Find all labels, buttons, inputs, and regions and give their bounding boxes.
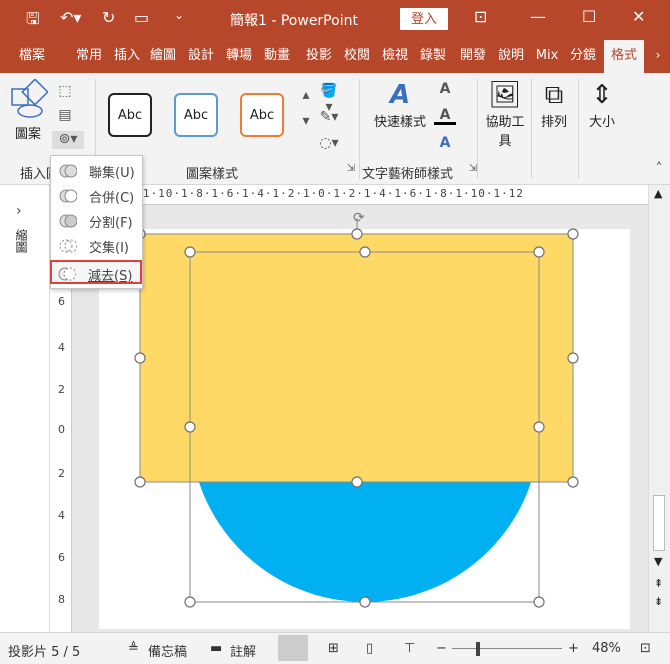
- subtract-icon: [58, 267, 76, 281]
- menu-item-fragment[interactable]: 分割(F): [53, 209, 141, 233]
- menu-item-union[interactable]: 聯集(U): [53, 159, 141, 183]
- comments-icon[interactable]: ▬: [210, 641, 222, 656]
- intersect-icon: [59, 239, 77, 253]
- zoom-out-icon[interactable]: −: [436, 641, 447, 656]
- merge-shapes-menu: 聯集(U) 合併(C) 分割(F) 交集(I) 減去(S): [50, 155, 143, 289]
- scroll-thumb[interactable]: [653, 495, 665, 551]
- zoom-level[interactable]: 48%: [592, 641, 621, 656]
- scroll-down-icon[interactable]: ▼: [654, 555, 662, 568]
- normal-view-icon[interactable]: [278, 635, 308, 661]
- zoom-slider-track[interactable]: [452, 648, 562, 649]
- status-bar: 投影片 5 / 5 ≜ 備忘稿 ▬ 註解 ⊞ ▯ ⊤ − + 48% ⊡: [0, 632, 670, 664]
- slide-shapes: ⟳: [134, 210, 579, 608]
- slide-counter: 投影片 5 / 5: [8, 645, 81, 660]
- rotate-handle-icon[interactable]: ⟳: [353, 210, 365, 226]
- combine-icon: [59, 189, 77, 203]
- slideshow-view-icon[interactable]: ⊤: [404, 641, 415, 656]
- previous-slide-icon[interactable]: ⇞: [654, 577, 663, 590]
- union-icon: [59, 164, 77, 178]
- yellow-rectangle-shape[interactable]: [140, 234, 573, 482]
- notes-icon[interactable]: ≜: [128, 641, 139, 656]
- next-slide-icon[interactable]: ⇟: [654, 595, 663, 608]
- menu-item-intersect[interactable]: 交集(I): [53, 234, 141, 258]
- fragment-icon: [59, 214, 77, 228]
- notes-button[interactable]: 備忘稿: [148, 641, 187, 660]
- zoom-slider-thumb[interactable]: [476, 642, 480, 656]
- menu-item-combine[interactable]: 合併(C): [53, 184, 141, 208]
- zoom-in-icon[interactable]: +: [568, 641, 579, 656]
- comments-button[interactable]: 註解: [230, 641, 256, 660]
- vertical-scrollbar[interactable]: ▲ ▼ ⇞ ⇟: [648, 185, 670, 632]
- menu-item-subtract[interactable]: 減去(S): [50, 260, 142, 284]
- reading-view-icon[interactable]: ▯: [366, 641, 373, 656]
- fit-slide-icon[interactable]: ⊡: [640, 641, 651, 656]
- scroll-up-icon[interactable]: ▲: [654, 187, 662, 200]
- slide-sorter-icon[interactable]: ⊞: [328, 641, 339, 656]
